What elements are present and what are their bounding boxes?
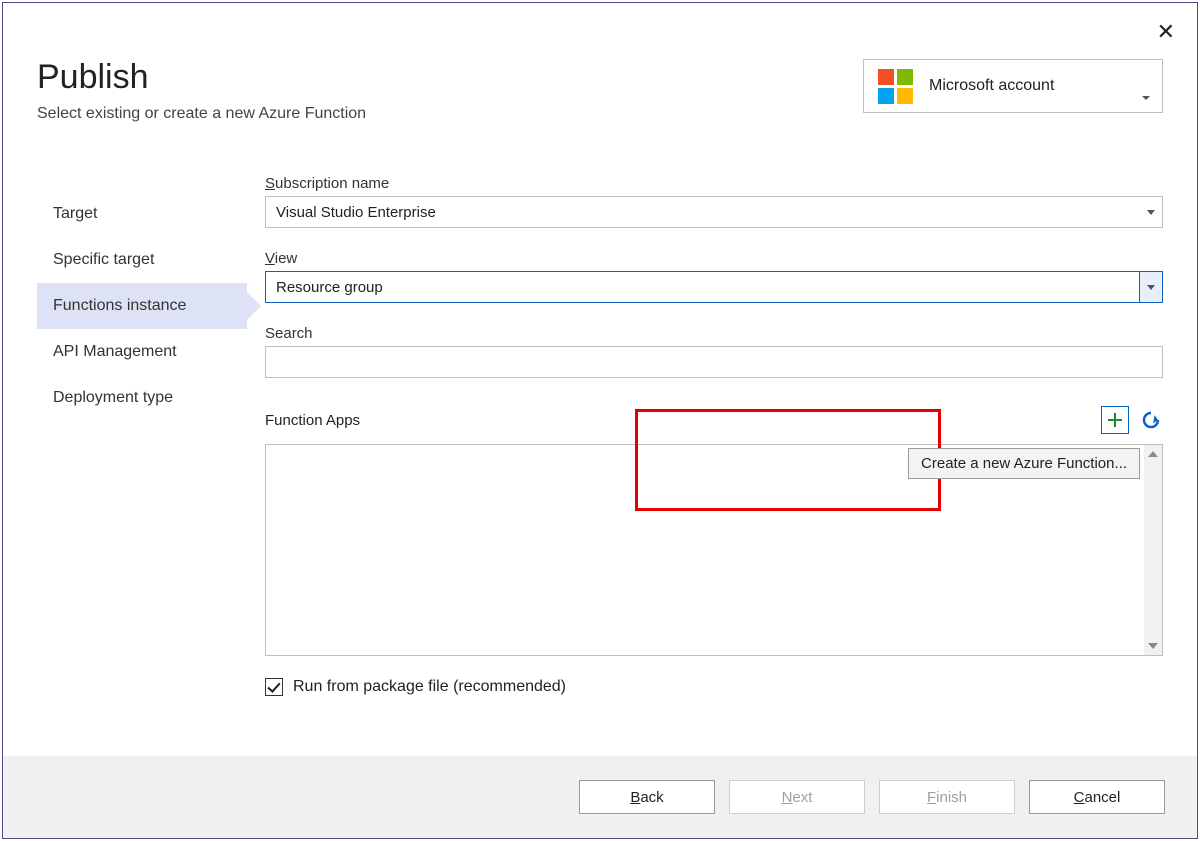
close-button[interactable]: ✕ <box>1157 21 1175 43</box>
sidebar-item-label: Functions instance <box>53 297 186 314</box>
scrollbar[interactable] <box>1144 445 1162 655</box>
function-apps-list[interactable]: Create a new Azure Function... <box>265 444 1163 656</box>
sidebar-item-deployment-type[interactable]: Deployment type <box>37 375 247 421</box>
next-button: Next <box>729 780 865 814</box>
sidebar-item-label: Deployment type <box>53 389 173 406</box>
sidebar-item-label: Specific target <box>53 251 154 268</box>
sidebar-item-target[interactable]: Target <box>37 191 247 237</box>
finish-button: Finish <box>879 780 1015 814</box>
view-select[interactable]: Resource group <box>265 271 1163 303</box>
chevron-down-icon <box>1139 272 1162 302</box>
sidebar-item-label: Target <box>53 205 97 222</box>
publish-dialog: ✕ Publish Select existing or create a ne… <box>2 2 1198 839</box>
run-from-package-checkbox[interactable]: Run from package file (recommended) <box>265 678 1163 696</box>
view-value: Resource group <box>276 279 383 296</box>
checkbox-icon <box>265 678 283 696</box>
microsoft-logo-icon <box>878 69 913 104</box>
chevron-down-icon <box>1142 96 1150 100</box>
scroll-up-icon[interactable] <box>1144 445 1162 463</box>
search-input[interactable] <box>265 346 1163 378</box>
dialog-footer: Back Next Finish Cancel <box>3 756 1197 838</box>
search-label: Search <box>265 325 1163 342</box>
back-button[interactable]: Back <box>579 780 715 814</box>
account-label: Microsoft account <box>929 77 1136 95</box>
run-from-package-label: Run from package file (recommended) <box>293 678 566 696</box>
cancel-button[interactable]: Cancel <box>1029 780 1165 814</box>
refresh-icon <box>1141 410 1161 430</box>
subscription-label: Subscription name <box>265 175 1163 192</box>
plus-icon <box>1106 411 1124 429</box>
view-label: View <box>265 250 1163 267</box>
scroll-down-icon[interactable] <box>1144 637 1162 655</box>
subscription-select[interactable]: Visual Studio Enterprise <box>265 196 1163 228</box>
form-panel: Subscription name Visual Studio Enterpri… <box>247 175 1163 746</box>
sidebar-item-api-management[interactable]: API Management <box>37 329 247 375</box>
create-new-function-button[interactable] <box>1101 406 1129 434</box>
sidebar-item-specific-target[interactable]: Specific target <box>37 237 247 283</box>
function-apps-label: Function Apps <box>265 412 1101 429</box>
sidebar-item-label: API Management <box>53 343 177 360</box>
create-function-tooltip: Create a new Azure Function... <box>908 448 1140 479</box>
function-apps-header: Function Apps <box>265 406 1163 434</box>
account-selector[interactable]: Microsoft account <box>863 59 1163 113</box>
sidebar-item-functions-instance[interactable]: Functions instance <box>37 283 247 329</box>
refresh-button[interactable] <box>1139 408 1163 432</box>
subscription-value: Visual Studio Enterprise <box>276 204 436 221</box>
chevron-down-icon <box>1140 197 1162 227</box>
wizard-steps-sidebar: Target Specific target Functions instanc… <box>37 175 247 746</box>
